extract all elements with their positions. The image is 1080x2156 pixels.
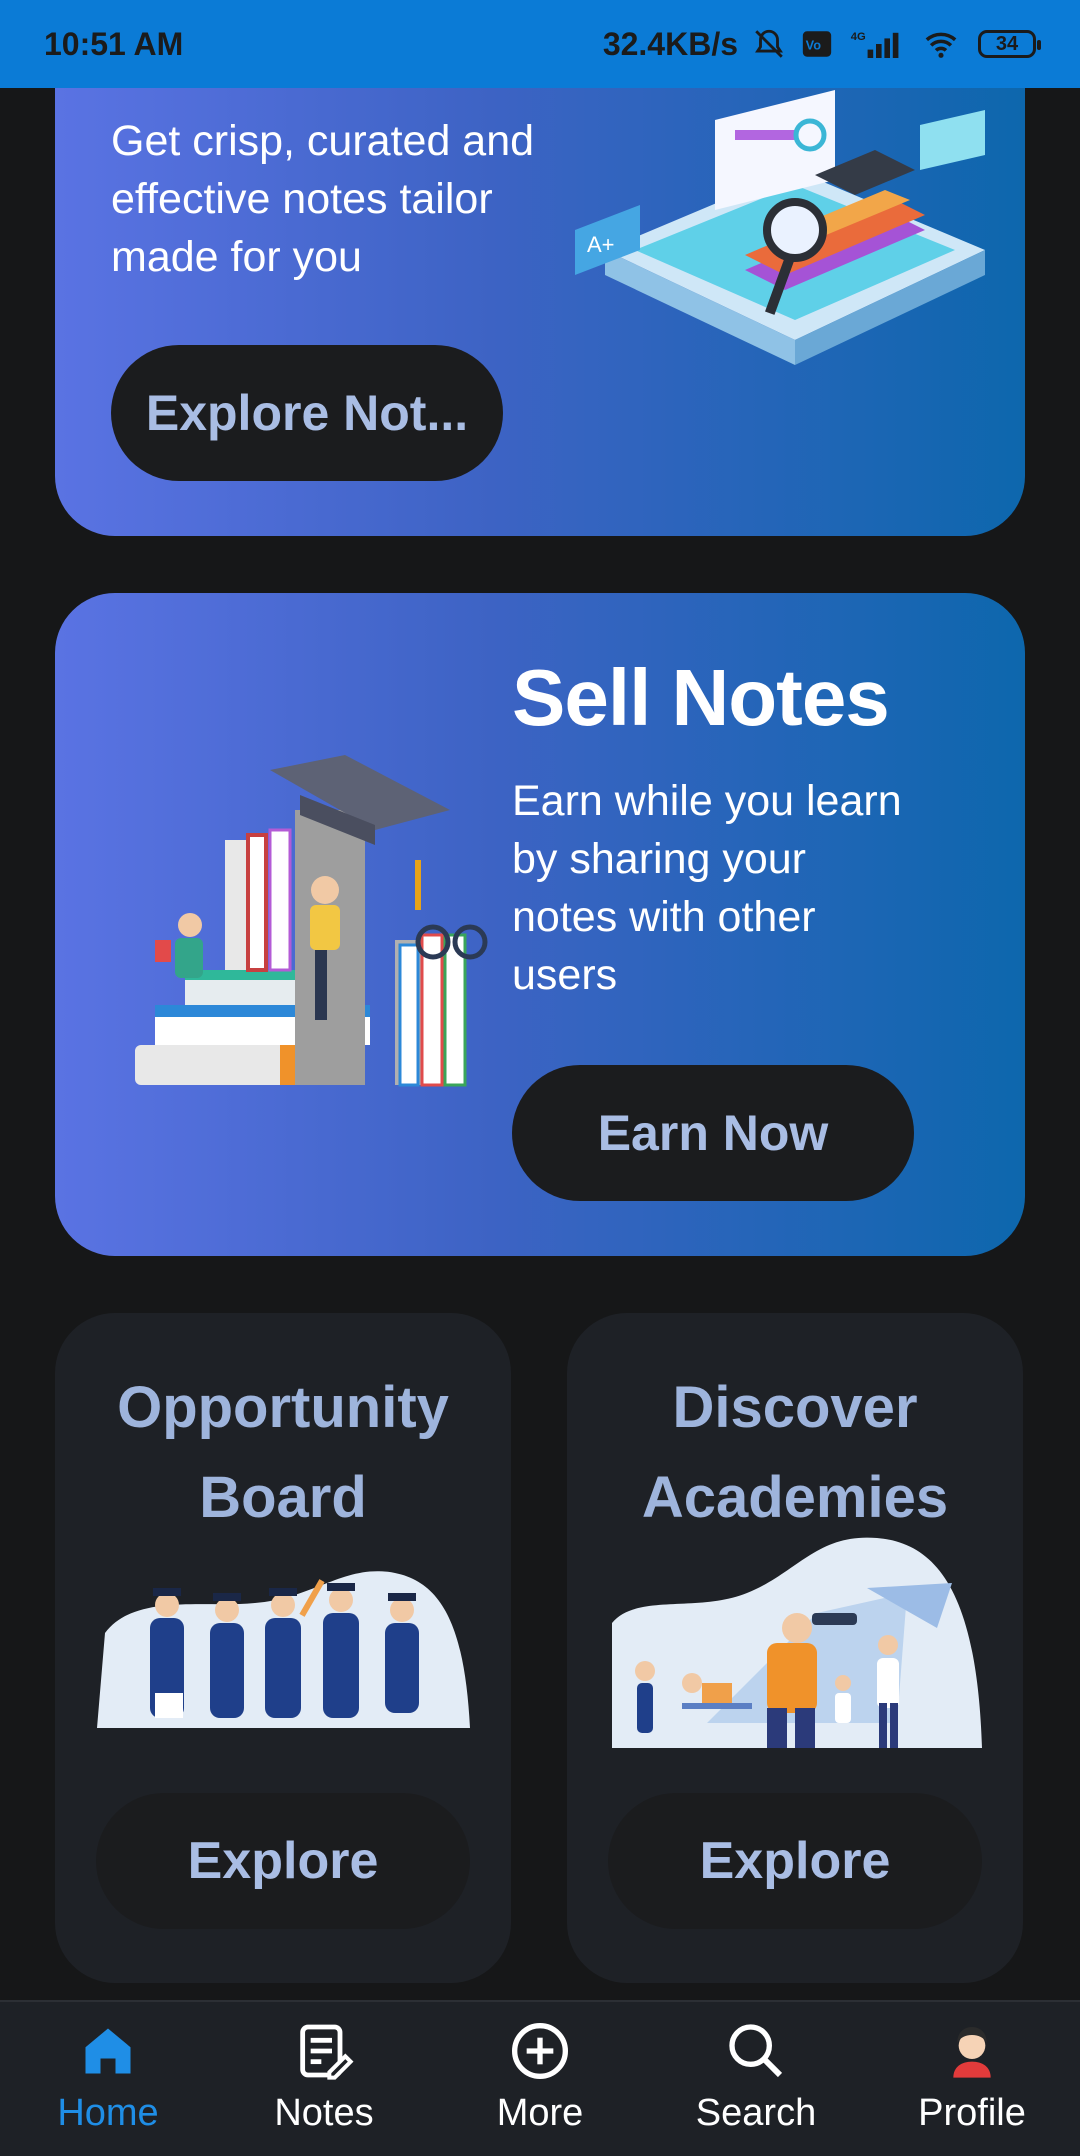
home-icon [73,2016,143,2086]
tablet-books-illustration: A+ [575,90,985,365]
status-time: 10:51 AM [44,25,184,62]
network-speed: 32.4KB/s [602,25,738,62]
nav-search-label: Search [695,2092,817,2134]
plus-circle-icon [505,2016,575,2086]
nav-notes[interactable]: Notes [216,2002,432,2156]
opportunity-board-card: Opportunity Board Explore [55,1313,511,1983]
nav-search[interactable]: Search [648,2002,864,2156]
status-bar: 10:51 AM 32.4KB/s Vo 4G 34 [0,0,1080,88]
nav-notes-label: Notes [274,2092,374,2134]
discover-academies-title: Discover Academies [641,1375,949,1530]
search-icon [721,2016,791,2086]
earn-now-button[interactable]: Earn Now [512,1065,914,1201]
svg-text:4G: 4G [851,31,866,43]
svg-text:A+: A+ [587,232,615,257]
books-students-illustration [135,755,488,1087]
sell-notes-title: Sell Notes [512,653,890,742]
notes-icon [289,2016,359,2086]
nav-more-label: More [496,2092,584,2134]
explore-notes-button[interactable]: Explore Not... [111,345,503,481]
avatar-icon [937,2016,1007,2086]
wifi-icon [918,27,964,61]
signal-4g-icon: 4G [848,27,904,61]
nav-profile[interactable]: Profile [864,2002,1080,2156]
nav-home-label: Home [57,2092,159,2134]
notes-card-description: Get crisp, curated and effective notes t… [111,117,535,281]
sell-notes-description: Earn while you learn by sharing your not… [512,777,902,999]
graduates-illustration [97,1571,470,1728]
nav-profile-label: Profile [918,2092,1026,2134]
opportunity-board-title: Opportunity Board [117,1375,449,1530]
explorer-team-illustration [612,1537,982,1748]
academies-explore-button[interactable]: Explore [608,1793,982,1929]
volte-icon: Vo [800,27,834,61]
bottom-nav: Home Notes More Search Profile [0,2000,1080,2156]
discover-academies-card: Discover Academies Explore [567,1313,1023,1983]
opportunity-explore-button[interactable]: Explore [96,1793,470,1929]
nav-more[interactable]: More [432,2002,648,2156]
svg-text:Vo: Vo [806,38,822,53]
nav-home[interactable]: Home [0,2002,216,2156]
mute-icon [752,27,786,61]
battery-icon: 34 [978,30,1041,58]
